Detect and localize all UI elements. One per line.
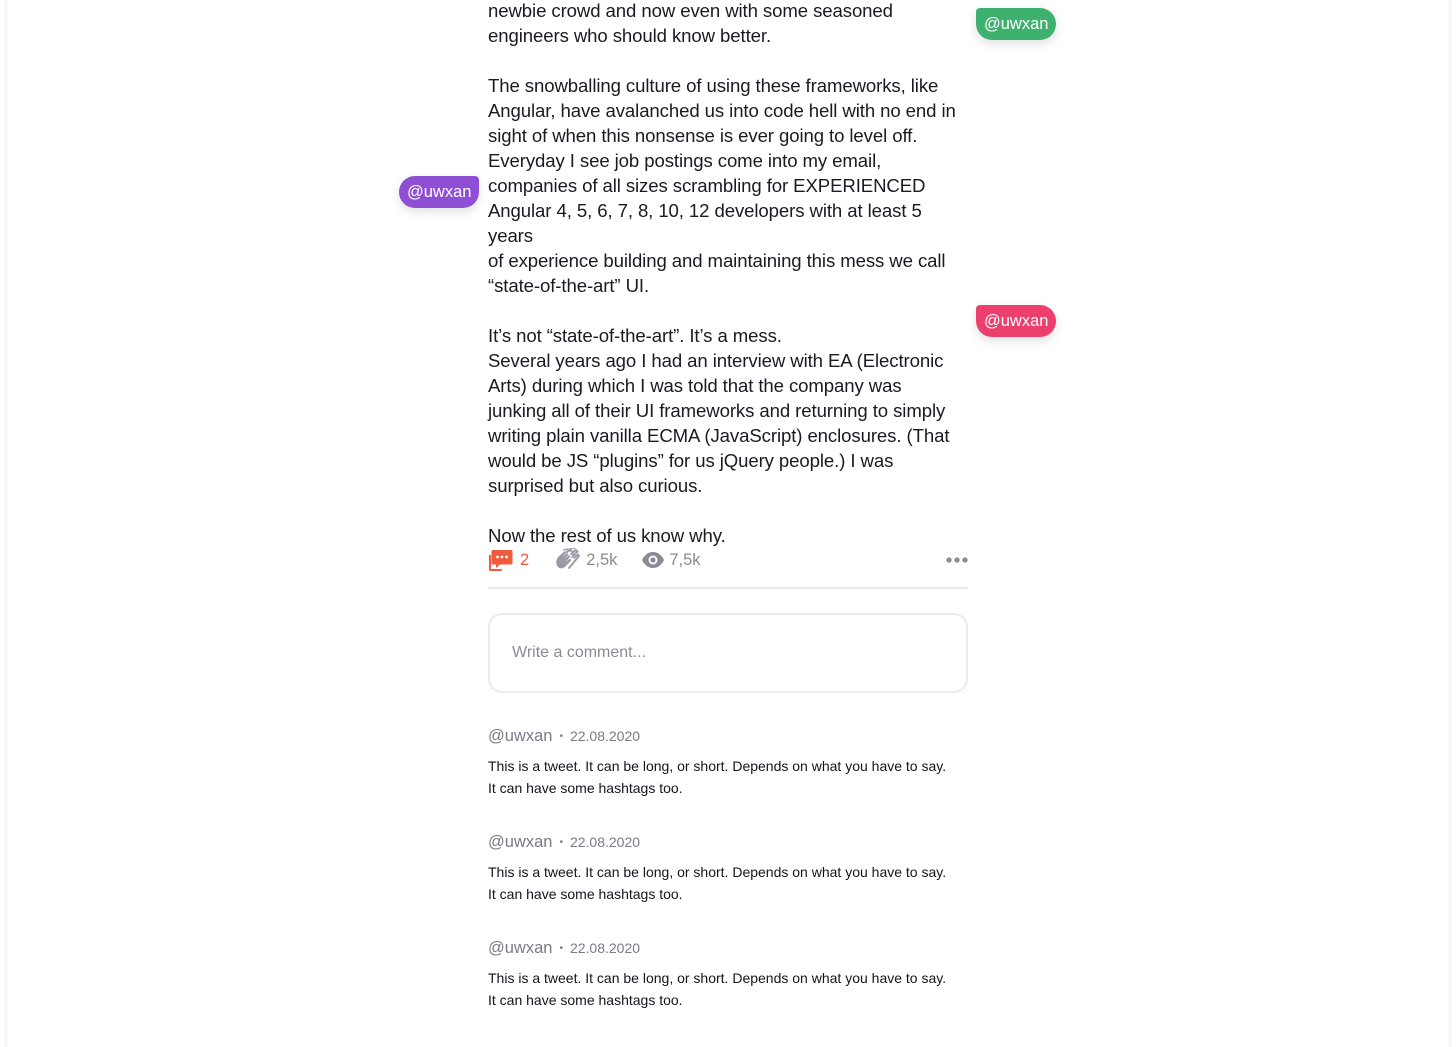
comments-button[interactable]: 2 <box>488 548 529 573</box>
mention-tag-pink[interactable]: @uwxan <box>976 305 1057 337</box>
article-body: newbie crowd and now even with some seas… <box>488 0 968 548</box>
comment-meta: @uwxan • 22.08.2020 <box>488 725 968 747</box>
comment-author[interactable]: @uwxan <box>488 833 552 852</box>
views-indicator: 7,5k <box>641 550 701 570</box>
views-count: 7,5k <box>669 550 701 569</box>
mention-tag-green[interactable]: @uwxan <box>976 8 1057 40</box>
comment-text: This is a tweet. It can be long, or shor… <box>488 758 947 796</box>
more-dots-icon <box>946 557 968 563</box>
claps-count: 2,5k <box>586 550 618 569</box>
article-paragraph: Now the rest of us know why. <box>488 525 726 546</box>
comment-separator: • <box>559 730 563 742</box>
comments-icon <box>488 548 513 573</box>
comment-separator: • <box>559 836 563 848</box>
comment-text: This is a tweet. It can be long, or shor… <box>488 864 947 902</box>
comment-item: @uwxan • 22.08.2020 This is a tweet. It … <box>488 831 968 905</box>
comment-date: 22.08.2020 <box>569 940 641 956</box>
actions-divider <box>488 587 968 589</box>
eye-icon <box>641 551 665 569</box>
more-options-button[interactable] <box>946 557 968 563</box>
post-actions-bar: 2 2,5k 7,5k <box>488 546 968 574</box>
comment-author[interactable]: @uwxan <box>488 939 552 958</box>
comment-input[interactable] <box>490 615 966 691</box>
clap-button[interactable]: 2,5k <box>555 548 617 572</box>
comment-date: 22.08.2020 <box>569 728 641 744</box>
comment-item: @uwxan • 22.08.2020 This is a tweet. It … <box>488 725 968 799</box>
comment-input-box[interactable] <box>488 613 968 693</box>
article-paragraph: The snowballing culture of using these f… <box>488 75 956 296</box>
comment-author[interactable]: @uwxan <box>488 727 552 746</box>
comments-count: 2 <box>520 550 530 569</box>
comment-separator: • <box>559 942 563 954</box>
mention-tag-purple[interactable]: @uwxan <box>399 176 480 208</box>
comment-date: 22.08.2020 <box>569 834 641 850</box>
comment-item: @uwxan • 22.08.2020 This is a tweet. It … <box>488 937 968 1011</box>
article-paragraph: It’s not “state-of-the-art”. It’s a mess… <box>488 325 950 496</box>
article-paragraph: newbie crowd and now even with some seas… <box>488 0 893 46</box>
clap-icon <box>555 548 581 572</box>
comment-meta: @uwxan • 22.08.2020 <box>488 937 968 959</box>
comment-text: This is a tweet. It can be long, or shor… <box>488 970 947 1008</box>
comment-meta: @uwxan • 22.08.2020 <box>488 831 968 853</box>
